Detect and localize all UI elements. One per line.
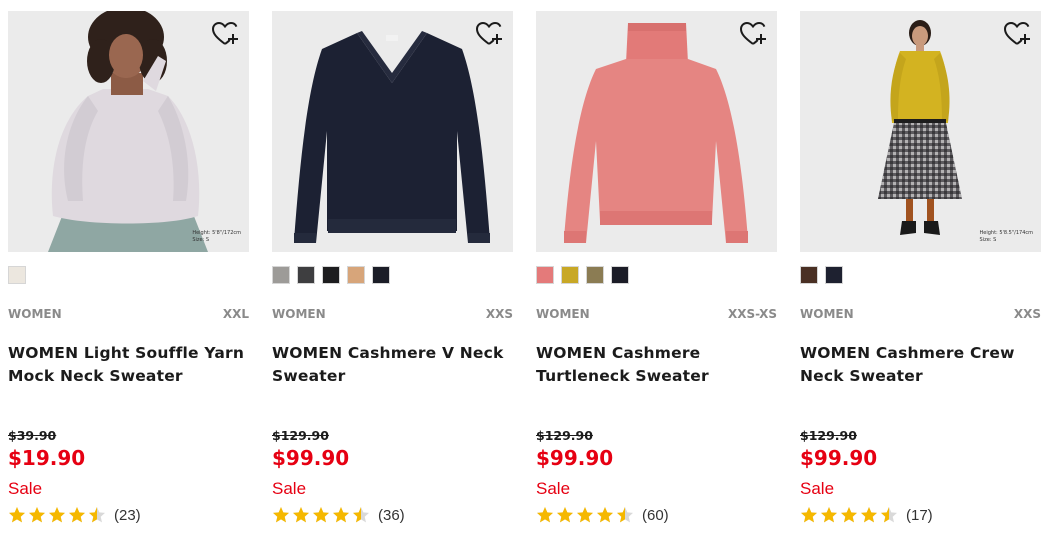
sale-label: Sale (800, 479, 835, 498)
product-name[interactable]: WOMEN Cashmere Crew Neck Sweater (800, 342, 1041, 388)
rating-stars (8, 506, 106, 524)
product-size-range: XXS (1013, 307, 1041, 321)
product-photo-navy-vneck (272, 11, 513, 252)
review-count: (60) (642, 506, 669, 524)
color-swatches (536, 266, 629, 284)
product-meta: WOMEN XXS-XS (536, 307, 777, 323)
product-category: WOMEN (8, 307, 62, 321)
product-card[interactable]: WOMEN XXS WOMEN Cashmere V Neck Sweater … (272, 11, 513, 541)
color-swatches (800, 266, 843, 284)
sale-label: Sale (8, 479, 43, 498)
color-swatch[interactable] (536, 266, 554, 284)
review-count: (17) (906, 506, 933, 524)
star-icon (841, 507, 857, 523)
sale-price: $99.90 (800, 446, 878, 470)
star-icon (537, 507, 553, 523)
half-star-icon (353, 507, 369, 523)
star-icon (557, 507, 573, 523)
heart-plus-icon[interactable] (211, 21, 239, 47)
model-size-text: Size: S (979, 237, 997, 243)
rating-stars (272, 506, 370, 524)
color-swatch[interactable] (611, 266, 629, 284)
product-photo-model-yellow-crew (800, 11, 1041, 252)
product-size-range: XXS-XS (727, 307, 777, 321)
model-height-text: Height: 5'8.5"/174cm (979, 230, 1033, 236)
model-size-note: Height: 5'8"/172cm Size: S (192, 230, 241, 244)
color-swatch[interactable] (322, 266, 340, 284)
product-rating[interactable]: (36) (272, 505, 405, 525)
model-size-note: Height: 5'8.5"/174cm Size: S (980, 230, 1033, 244)
star-icon (29, 507, 45, 523)
color-swatch[interactable] (800, 266, 818, 284)
model-height-text: Height: 5'8"/172cm (192, 230, 241, 236)
color-swatch[interactable] (372, 266, 390, 284)
product-image[interactable]: Height: 5'8"/172cm Size: S (8, 11, 249, 252)
product-meta: WOMEN XXS (800, 307, 1041, 323)
sale-price: $99.90 (536, 446, 614, 470)
review-count: (36) (378, 506, 405, 524)
half-star-icon (617, 507, 633, 523)
original-price: $39.90 (8, 428, 57, 443)
original-price: $129.90 (536, 428, 593, 443)
color-swatch[interactable] (272, 266, 290, 284)
model-size-text: Size: S (192, 237, 210, 243)
sale-price: $19.90 (8, 446, 86, 470)
rating-stars (536, 506, 634, 524)
sale-label: Sale (272, 479, 307, 498)
half-star-icon (89, 507, 105, 523)
product-card[interactable]: Height: 5'8.5"/174cm Size: S WOMEN XXS W… (800, 11, 1041, 541)
half-star-icon (881, 507, 897, 523)
product-card[interactable]: Height: 5'8"/172cm Size: S WOMEN XXL WOM… (8, 11, 249, 541)
heart-plus-icon[interactable] (739, 21, 767, 47)
product-name[interactable]: WOMEN Light Souffle Yarn Mock Neck Sweat… (8, 342, 249, 388)
star-icon (313, 507, 329, 523)
heart-plus-icon[interactable] (1003, 21, 1031, 47)
color-swatch[interactable] (8, 266, 26, 284)
product-name[interactable]: WOMEN Cashmere Turtleneck Sweater (536, 342, 777, 388)
product-meta: WOMEN XXL (8, 307, 249, 323)
product-image[interactable] (536, 11, 777, 252)
star-icon (821, 507, 837, 523)
product-rating[interactable]: (17) (800, 505, 933, 525)
star-icon (9, 507, 25, 523)
star-icon (49, 507, 65, 523)
star-icon (293, 507, 309, 523)
product-photo-model-light-sweater (8, 11, 249, 252)
sale-price: $99.90 (272, 446, 350, 470)
star-icon (861, 507, 877, 523)
star-icon (273, 507, 289, 523)
star-icon (333, 507, 349, 523)
review-count: (23) (114, 506, 141, 524)
product-photo-pink-turtleneck (536, 11, 777, 252)
product-size-range: XXS (485, 307, 513, 321)
color-swatch[interactable] (586, 266, 604, 284)
star-icon (577, 507, 593, 523)
color-swatch[interactable] (825, 266, 843, 284)
product-card[interactable]: WOMEN XXS-XS WOMEN Cashmere Turtleneck S… (536, 11, 777, 541)
heart-plus-icon[interactable] (475, 21, 503, 47)
color-swatch[interactable] (297, 266, 315, 284)
rating-stars (800, 506, 898, 524)
product-grid: Height: 5'8"/172cm Size: S WOMEN XXL WOM… (8, 11, 1045, 541)
color-swatches (272, 266, 390, 284)
product-rating[interactable]: (60) (536, 505, 669, 525)
star-icon (597, 507, 613, 523)
sale-label: Sale (536, 479, 571, 498)
star-icon (69, 507, 85, 523)
product-image[interactable]: Height: 5'8.5"/174cm Size: S (800, 11, 1041, 252)
color-swatches (8, 266, 26, 284)
product-category: WOMEN (800, 307, 854, 321)
star-icon (801, 507, 817, 523)
product-size-range: XXL (222, 307, 249, 321)
product-rating[interactable]: (23) (8, 505, 141, 525)
product-image[interactable] (272, 11, 513, 252)
original-price: $129.90 (272, 428, 329, 443)
color-swatch[interactable] (561, 266, 579, 284)
original-price: $129.90 (800, 428, 857, 443)
product-name[interactable]: WOMEN Cashmere V Neck Sweater (272, 342, 513, 388)
product-category: WOMEN (272, 307, 326, 321)
product-meta: WOMEN XXS (272, 307, 513, 323)
color-swatch[interactable] (347, 266, 365, 284)
product-category: WOMEN (536, 307, 590, 321)
